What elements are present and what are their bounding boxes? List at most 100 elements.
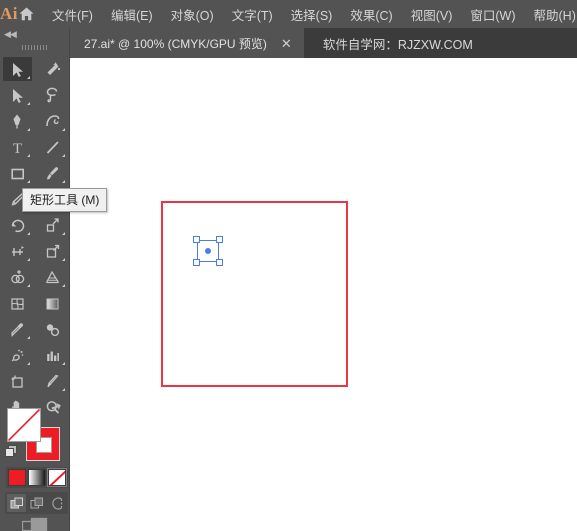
watermark-note: 软件自学网：RJZXW.COM [322, 37, 473, 52]
tool-rectangle[interactable] [0, 160, 35, 186]
tool-width[interactable] [0, 238, 35, 264]
tool-flyout-indicator[interactable] [27, 76, 30, 79]
tool-flyout-indicator[interactable] [27, 362, 30, 365]
menu-bar: Ai 文件(F) 编辑(E) 对象(O) 文字(T) 选择(S) 效果(C) 视… [0, 0, 577, 28]
selected-rectangle[interactable] [193, 236, 223, 266]
tool-mesh[interactable] [0, 290, 35, 316]
tool-lasso[interactable] [35, 82, 70, 108]
fill-swatch[interactable] [7, 408, 41, 442]
document-tab[interactable]: 27.ai* @ 100% (CMYK/GPU 预览) ✕ [70, 28, 305, 58]
tools-panel-drag-handle[interactable] [0, 41, 69, 54]
type-icon: T [13, 141, 22, 156]
color-mode-button[interactable] [8, 469, 26, 486]
draw-normal-button[interactable] [7, 494, 26, 512]
menu-file[interactable]: 文件(F) [43, 0, 102, 28]
document-tab-label: 27.ai* @ 100% (CMYK/GPU 预览) [84, 36, 267, 51]
rotate-icon [11, 219, 25, 232]
tool-paintbrush[interactable] [35, 160, 70, 186]
draw-behind-button[interactable] [27, 494, 46, 512]
change-screen-mode-icon[interactable] [21, 517, 48, 531]
tool-slice[interactable] [35, 368, 70, 394]
tool-pen[interactable] [0, 108, 35, 134]
tool-magic-wand[interactable] [35, 56, 70, 82]
artboard-icon [11, 375, 23, 388]
close-icon[interactable]: ✕ [279, 37, 294, 50]
column-graph-icon [47, 351, 59, 361]
selection-arrow-icon [13, 62, 23, 77]
width-warp-icon [12, 245, 24, 256]
menu-help[interactable]: 帮助(H) [525, 0, 577, 28]
menu-object[interactable]: 对象(O) [162, 0, 223, 28]
tool-flyout-indicator[interactable] [27, 232, 30, 235]
none-mode-button[interactable] [47, 468, 67, 487]
tool-scale[interactable] [35, 212, 70, 238]
tool-flyout-indicator[interactable] [27, 128, 30, 131]
menu-window[interactable]: 窗口(W) [461, 0, 524, 28]
tool-column-graph[interactable] [35, 342, 70, 368]
tool-flyout-indicator[interactable] [27, 102, 30, 105]
tool-blend[interactable] [35, 316, 70, 342]
default-fill-stroke-icon[interactable] [5, 445, 18, 458]
tool-free-transform[interactable] [35, 238, 70, 264]
tool-artboard[interactable] [0, 368, 35, 394]
tool-flyout-indicator[interactable] [62, 154, 65, 157]
collapse-panel-icon[interactable]: ◀◀ [4, 30, 17, 39]
selection-handle-bottom-right[interactable] [216, 259, 223, 266]
tool-direct-selection[interactable] [0, 82, 35, 108]
artboard-rectangle[interactable] [161, 201, 348, 387]
tool-type[interactable]: T [0, 134, 35, 160]
tool-flyout-indicator[interactable] [27, 180, 30, 183]
tool-symbol-sprayer[interactable] [0, 342, 35, 368]
magic-wand-icon [47, 61, 61, 75]
canvas-workspace[interactable] [70, 58, 577, 531]
tool-curvature[interactable] [35, 108, 70, 134]
menu-type[interactable]: 文字(T) [223, 0, 282, 28]
home-icon[interactable] [18, 0, 35, 28]
drawing-mode-buttons [5, 492, 68, 514]
tool-perspective[interactable] [35, 264, 70, 290]
menu-edit[interactable]: 编辑(E) [102, 0, 162, 28]
tool-flyout-indicator[interactable] [62, 180, 65, 183]
tool-flyout-indicator[interactable] [62, 362, 65, 365]
pen-icon [13, 114, 21, 128]
tool-flyout-indicator[interactable] [62, 258, 65, 261]
tool-rotate[interactable] [0, 212, 35, 238]
line-segment-icon [46, 140, 59, 154]
perspective-grid-icon [45, 270, 60, 283]
menu-view[interactable]: 视图(V) [402, 0, 462, 28]
free-transform-icon [46, 244, 60, 258]
curvature-icon [46, 114, 60, 126]
tool-flyout-indicator[interactable] [62, 128, 65, 131]
tool-flyout-indicator[interactable] [27, 154, 30, 157]
eyedropper-icon [11, 322, 24, 337]
shape-builder-icon [11, 269, 25, 283]
tools-panel-header: ◀◀ [0, 28, 69, 41]
scale-icon [46, 217, 59, 232]
tool-line-segment[interactable] [35, 134, 70, 160]
selection-handle-top-left[interactable] [193, 236, 200, 243]
tool-flyout-indicator[interactable] [62, 232, 65, 235]
paintbrush-icon [47, 166, 59, 179]
ai-logo: Ai [0, 4, 18, 23]
tool-gradient[interactable] [35, 290, 70, 316]
tool-eyedropper[interactable] [0, 316, 35, 342]
swap-fill-stroke-icon[interactable] [49, 402, 63, 416]
menu-select[interactable]: 选择(S) [282, 0, 342, 28]
tool-flyout-indicator[interactable] [62, 284, 65, 287]
tool-flyout-indicator[interactable] [62, 388, 65, 391]
tool-shape-builder[interactable] [0, 264, 35, 290]
draw-inside-button[interactable] [47, 494, 66, 512]
menu-effect[interactable]: 效果(C) [341, 0, 401, 28]
tool-flyout-indicator[interactable] [27, 284, 30, 287]
tool-flyout-indicator[interactable] [27, 258, 30, 261]
illustrator-window: Ai 文件(F) 编辑(E) 对象(O) 文字(T) 选择(S) 效果(C) 视… [0, 0, 577, 531]
svg-text:T: T [13, 141, 22, 156]
direct-selection-icon [13, 88, 23, 103]
tool-flyout-indicator[interactable] [27, 336, 30, 339]
menu-items: 文件(F) 编辑(E) 对象(O) 文字(T) 选择(S) 效果(C) 视图(V… [43, 0, 577, 28]
selection-handle-top-right[interactable] [216, 236, 223, 243]
tool-selection[interactable] [0, 56, 35, 82]
selection-handle-bottom-left[interactable] [193, 259, 200, 266]
gradient-mode-button[interactable] [28, 469, 46, 486]
gradient-icon [46, 298, 59, 309]
